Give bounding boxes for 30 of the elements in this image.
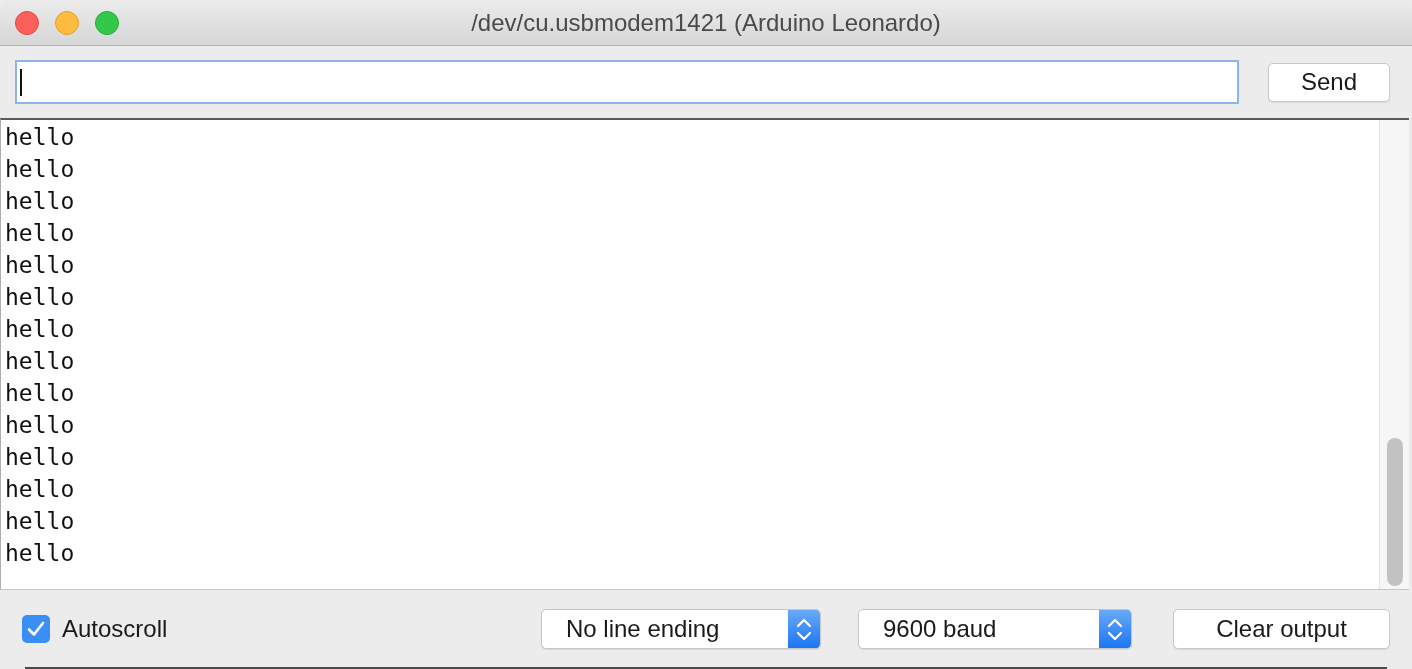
- output-line: hello: [5, 219, 75, 248]
- autoscroll-label: Autoscroll: [62, 613, 168, 644]
- output-line: hello: [5, 251, 75, 280]
- line-ending-select[interactable]: No line ending: [541, 608, 821, 649]
- stepper-icon: [1099, 609, 1131, 648]
- output-line: hello: [5, 411, 75, 440]
- output-line: hello: [5, 507, 75, 536]
- message-input-field[interactable]: [15, 60, 1239, 104]
- stepper-icon: [788, 609, 820, 648]
- text-cursor: [20, 68, 22, 96]
- window-close-button[interactable]: [15, 10, 39, 35]
- send-button[interactable]: Send: [1268, 62, 1390, 102]
- output-line: hello: [5, 187, 75, 216]
- output-line: hello: [5, 315, 75, 344]
- output-line: hello: [5, 123, 75, 152]
- clear-output-button[interactable]: Clear output: [1173, 608, 1390, 649]
- window-zoom-button[interactable]: [95, 10, 119, 35]
- output-line: hello: [5, 283, 75, 312]
- output-line: hello: [5, 539, 75, 568]
- scrollbar-thumb[interactable]: [1386, 438, 1403, 586]
- output-line: hello: [5, 155, 75, 184]
- checkmark-icon: [27, 620, 45, 637]
- baud-rate-select[interactable]: 9600 baud: [858, 608, 1132, 649]
- output-line: hello: [5, 443, 75, 472]
- window-minimize-button[interactable]: [55, 10, 79, 35]
- window-title: /dev/cu.usbmodem1421 (Arduino Leonardo): [471, 7, 941, 38]
- output-line: hello: [5, 347, 75, 376]
- output-line: hello: [5, 475, 75, 504]
- autoscroll-checkbox[interactable]: [22, 614, 50, 643]
- output-line: hello: [5, 379, 75, 408]
